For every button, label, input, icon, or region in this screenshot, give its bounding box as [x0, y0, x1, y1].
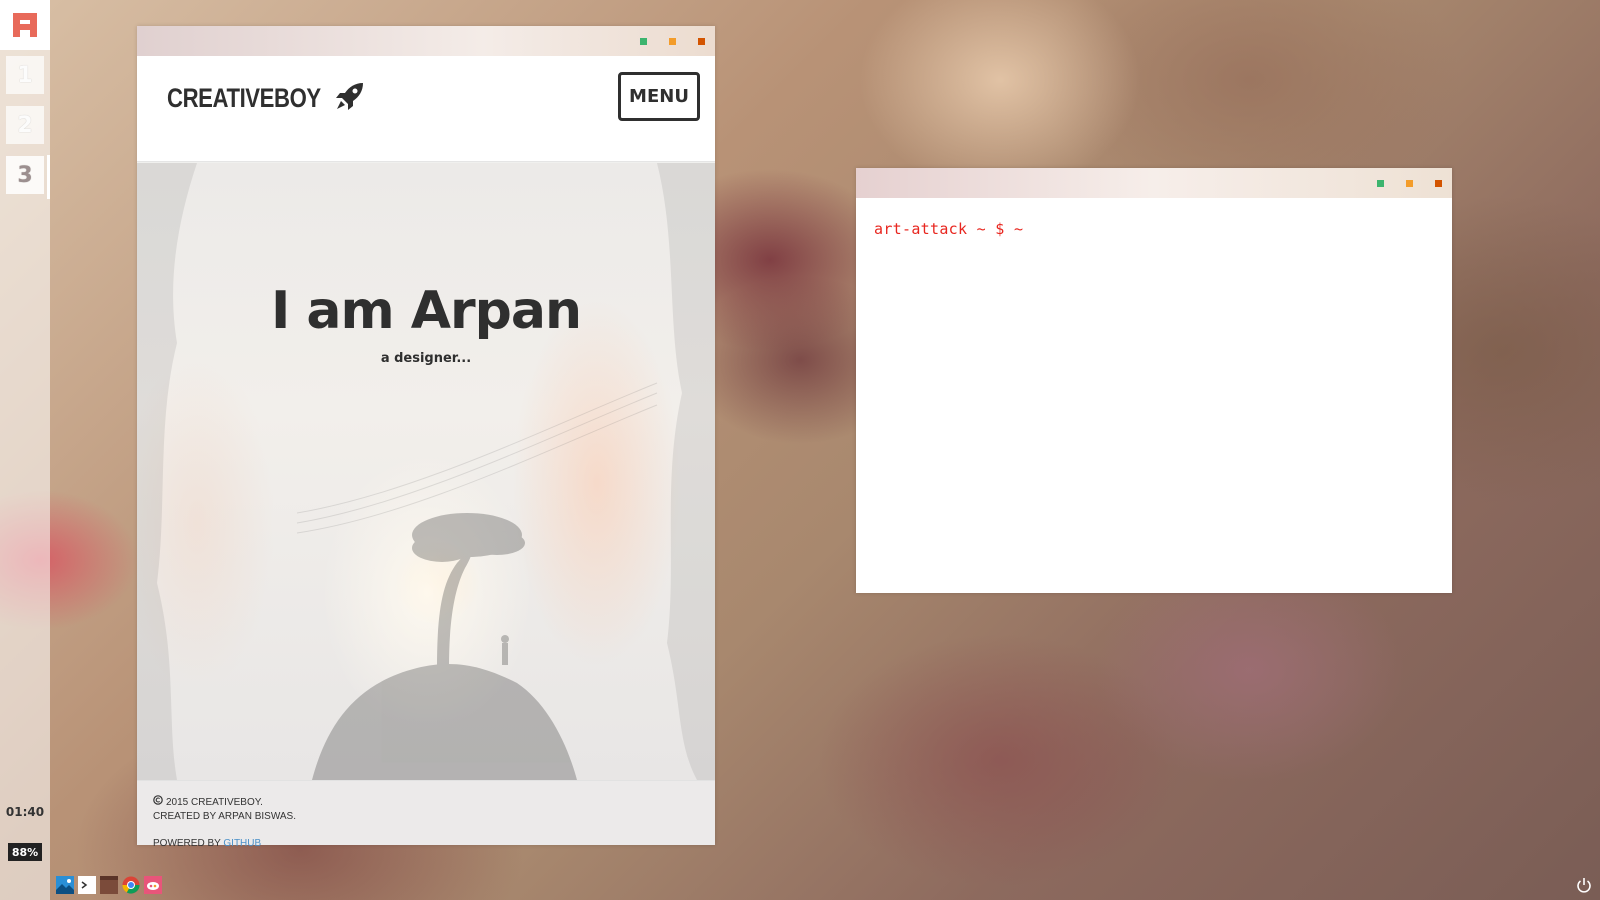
file-manager-icon[interactable]: [100, 876, 118, 894]
copyright-line: 2015 CREATIVEBOY.: [153, 795, 699, 810]
hero-section: I am Arpan a designer...: [137, 163, 715, 780]
paint-icon[interactable]: [144, 876, 162, 894]
hero-subtitle: a designer...: [380, 351, 472, 366]
terminal-icon[interactable]: [78, 876, 96, 894]
github-link[interactable]: GITHUB: [223, 838, 261, 849]
browser-titlebar[interactable]: [137, 26, 715, 56]
maximize-button[interactable]: [1377, 180, 1384, 187]
power-icon[interactable]: [1576, 877, 1592, 893]
app-logo-icon[interactable]: [0, 0, 50, 50]
terminal-window[interactable]: art-attack ~ $ ~: [856, 168, 1452, 593]
site-brand[interactable]: CREATIVEBOY: [167, 80, 366, 117]
site-footer: 2015 CREATIVEBOY. CREATED BY ARPAN BISWA…: [137, 780, 715, 849]
workspace-3-button[interactable]: 3: [6, 156, 44, 194]
taskbar: [56, 876, 162, 894]
terminal-prompt[interactable]: art-attack ~ $ ~: [874, 220, 1023, 238]
close-button[interactable]: [698, 38, 705, 45]
clock: 01:40: [5, 805, 45, 819]
workspace-dock: 1 2 3 01:40 88%: [0, 0, 50, 900]
browser-window: CREATIVEBOY MENU I am Arpan a designer..…: [137, 26, 715, 849]
battery-indicator: 88%: [8, 843, 42, 861]
menu-button[interactable]: MENU: [618, 72, 700, 121]
powered-by-line: POWERED BY GITHUB: [153, 838, 699, 849]
chrome-icon[interactable]: [122, 876, 140, 894]
hero-background-illustration: [137, 163, 715, 780]
minimize-button[interactable]: [1406, 180, 1413, 187]
copyright-icon: [153, 795, 163, 810]
minimize-button[interactable]: [669, 38, 676, 45]
active-workspace-indicator: [47, 155, 50, 199]
close-button[interactable]: [1435, 180, 1442, 187]
workspace-1-button[interactable]: 1: [6, 56, 44, 94]
terminal-titlebar[interactable]: [856, 168, 1452, 198]
maximize-button[interactable]: [640, 38, 647, 45]
image-viewer-icon[interactable]: [56, 876, 74, 894]
site-header: CREATIVEBOY MENU: [137, 56, 715, 162]
hero-title: I am Arpan: [270, 281, 582, 341]
brand-name: CREATIVEBOY: [167, 83, 321, 113]
copyright-text: 2015 CREATIVEBOY.: [166, 796, 263, 808]
workspace-2-button[interactable]: 2: [6, 106, 44, 144]
powered-by-text: POWERED BY: [153, 838, 221, 849]
rocket-icon: [334, 80, 366, 117]
created-by-text: CREATED BY ARPAN BISWAS.: [153, 811, 296, 822]
